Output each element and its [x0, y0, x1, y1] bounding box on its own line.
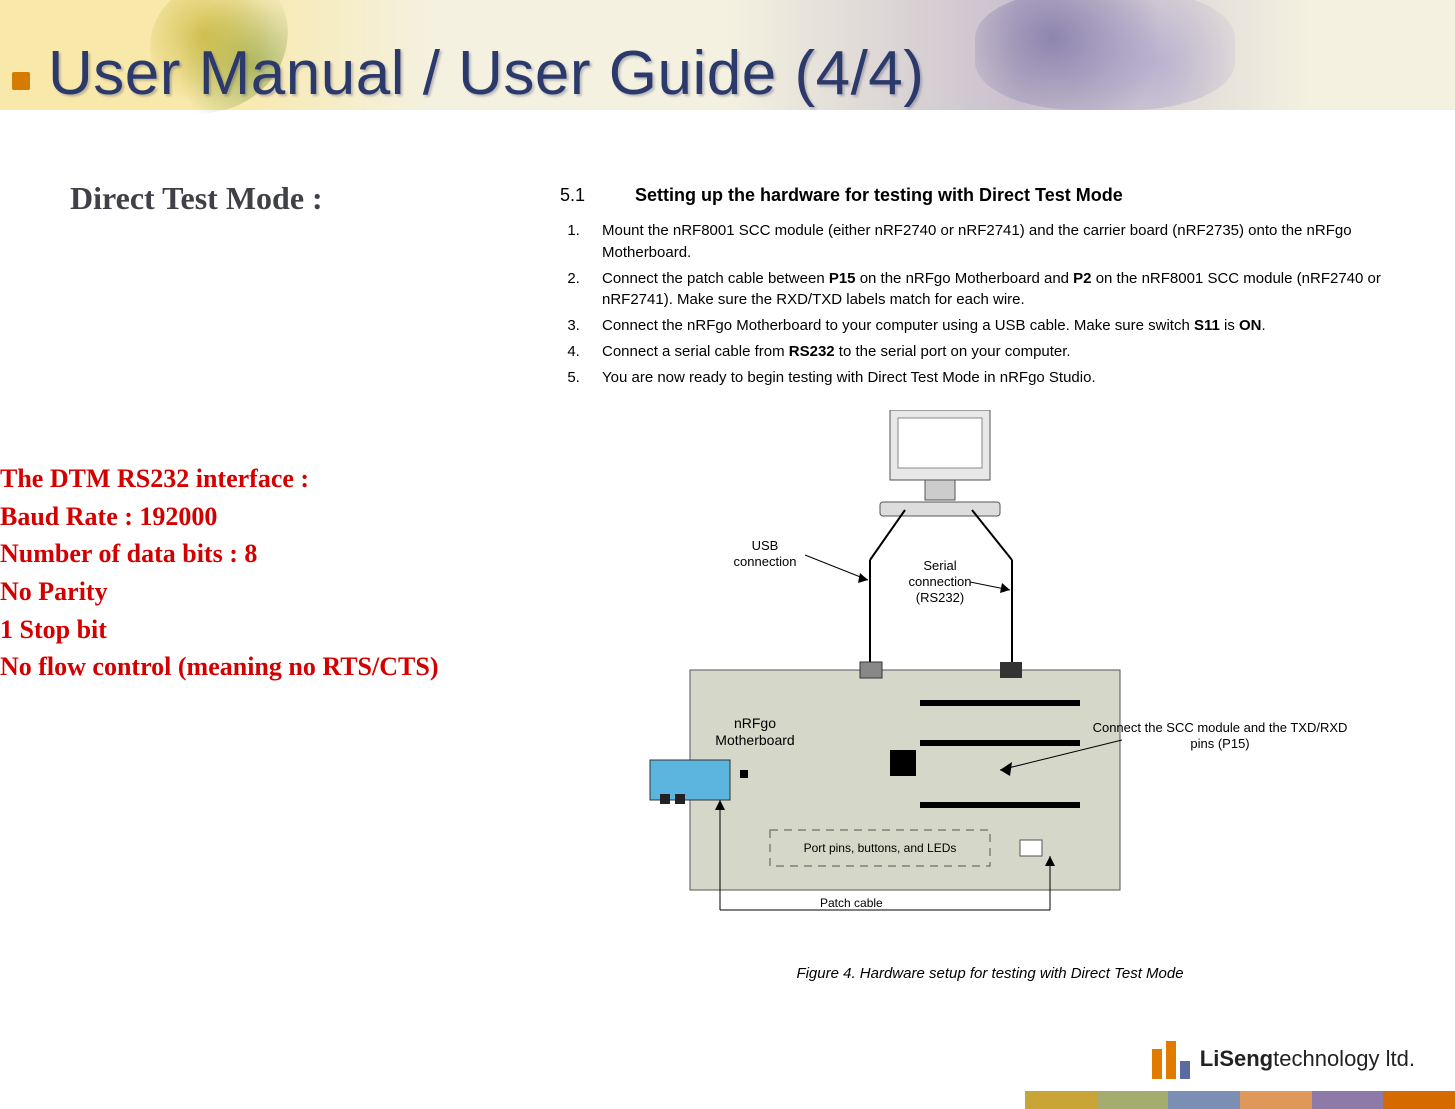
footer-color-stripe [1025, 1091, 1455, 1109]
footer-company-logo: LiSeng technology ltd. [1152, 1039, 1415, 1079]
embedded-manual-excerpt: 5.1 Setting up the hardware for testing … [560, 185, 1420, 392]
company-name-bold: LiSeng [1200, 1046, 1273, 1072]
dtm-line: Baud Rate : 192000 [0, 498, 438, 536]
hardware-setup-diagram: USB connection Serial connection (RS232)… [620, 410, 1380, 930]
dtm-line: No Parity [0, 573, 438, 611]
section-subtitle: Direct Test Mode : [70, 180, 323, 217]
svg-text:USB: USB [752, 538, 779, 553]
title-bullet-icon [12, 72, 30, 90]
section-heading: 5.1 Setting up the hardware for testing … [560, 185, 1420, 206]
company-name-rest: technology ltd. [1273, 1046, 1415, 1072]
page-title: User Manual / User Guide (4/4) [48, 38, 924, 109]
dtm-line: 1 Stop bit [0, 611, 438, 649]
step-item: Connect the patch cable between P15 on t… [584, 268, 1420, 312]
svg-text:Patch cable: Patch cable [820, 896, 883, 910]
svg-text:(RS232): (RS232) [916, 590, 964, 605]
svg-text:connection: connection [734, 554, 797, 569]
svg-text:Connect the SCC module and the: Connect the SCC module and the TXD/RXD [1093, 720, 1348, 735]
figure-caption: Figure 4. Hardware setup for testing wit… [560, 965, 1420, 982]
svg-text:Motherboard: Motherboard [715, 732, 794, 748]
section-title-text: Setting up the hardware for testing with… [635, 185, 1123, 205]
step-item: Connect the nRFgo Motherboard to your co… [584, 315, 1420, 337]
dtm-interface-block: The DTM RS232 interface : Baud Rate : 19… [0, 460, 438, 686]
setup-steps-list: Mount the nRF8001 SCC module (either nRF… [584, 220, 1420, 388]
step-item: You are now ready to begin testing with … [584, 367, 1420, 389]
dtm-line: Number of data bits : 8 [0, 535, 438, 573]
svg-text:pins (P15): pins (P15) [1190, 736, 1249, 751]
step-item: Connect a serial cable from RS232 to the… [584, 341, 1420, 363]
dtm-heading: The DTM RS232 interface : [0, 460, 438, 498]
svg-text:nRFgo: nRFgo [734, 715, 776, 731]
svg-text:Port pins, buttons, and LEDs: Port pins, buttons, and LEDs [804, 841, 957, 855]
logo-icon [1152, 1039, 1190, 1079]
dtm-line: No flow control (meaning no RTS/CTS) [0, 648, 438, 686]
svg-text:Serial: Serial [923, 558, 956, 573]
section-number: 5.1 [560, 185, 630, 206]
step-item: Mount the nRF8001 SCC module (either nRF… [584, 220, 1420, 264]
svg-text:connection: connection [909, 574, 972, 589]
